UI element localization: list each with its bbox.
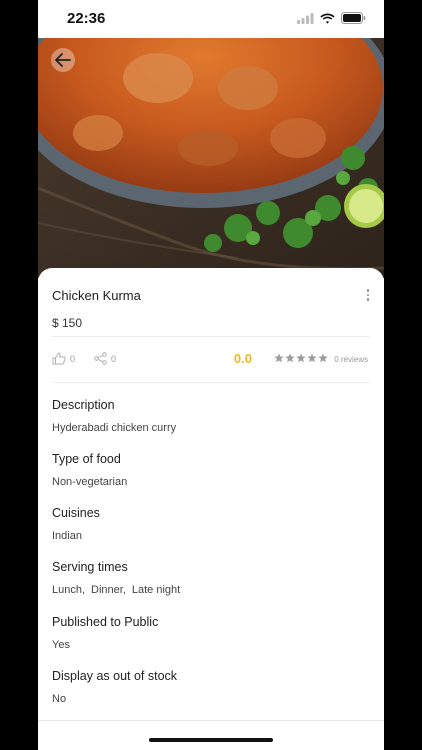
like-button[interactable]: 0 [52,352,75,365]
serving-time-item: Dinner, [91,584,126,596]
bottom-divider [38,720,384,721]
detail-card: Chicken Kurma $ 150 0 0 0.0 0 reviews De… [38,268,384,750]
divider [52,336,370,337]
description-value: Hyderabadi chicken curry [52,422,177,434]
more-options-button[interactable] [366,289,370,303]
published-label: Published to Public [52,615,159,629]
reviews-count[interactable]: 0 reviews [334,355,368,364]
serving-times-value: Lunch, Dinner, Late night [52,584,180,596]
star-icon [285,353,295,363]
status-icons [297,12,366,24]
status-bar: 22:36 [38,0,384,38]
star-icon [307,353,317,363]
divider [52,382,370,383]
star-icon [296,353,306,363]
star-rating [274,353,328,363]
engagement-row: 0 0 0.0 0 reviews [52,350,370,370]
description-label: Description [52,398,115,412]
back-arrow-icon [55,53,71,67]
more-vertical-icon [366,289,370,292]
like-icon [52,352,66,365]
cuisines-value: Indian [52,530,82,542]
out-of-stock-label: Display as out of stock [52,669,178,683]
share-count: 0 [111,353,117,364]
back-button[interactable] [51,48,75,72]
status-time: 22:36 [67,10,106,27]
home-indicator[interactable] [149,738,273,742]
share-icon [94,352,107,365]
dish-photo-art [38,38,384,278]
star-icon [274,353,284,363]
serving-time-item: Lunch, [52,584,86,596]
serving-time-item: Late night [131,584,181,596]
food-type-value: Non-vegetarian [52,476,128,488]
out-of-stock-value: No [52,693,67,705]
signal-icon [297,12,314,24]
app-screen: 22:36 Chicken Kurma $ 150 0 0 0.0 0 revi… [38,0,384,750]
wifi-icon [320,13,335,24]
item-price: $ 150 [52,316,83,330]
star-icon [318,353,328,363]
dish-photo [38,38,384,278]
food-type-label: Type of food [52,452,121,466]
published-value: Yes [52,639,70,651]
battery-icon [341,12,366,24]
serving-times-label: Serving times [52,560,128,574]
item-title: Chicken Kurma [52,288,141,303]
like-count: 0 [70,353,76,364]
cuisines-label: Cuisines [52,506,100,520]
rating-value: 0.0 [233,351,252,366]
share-button[interactable]: 0 [94,352,116,365]
